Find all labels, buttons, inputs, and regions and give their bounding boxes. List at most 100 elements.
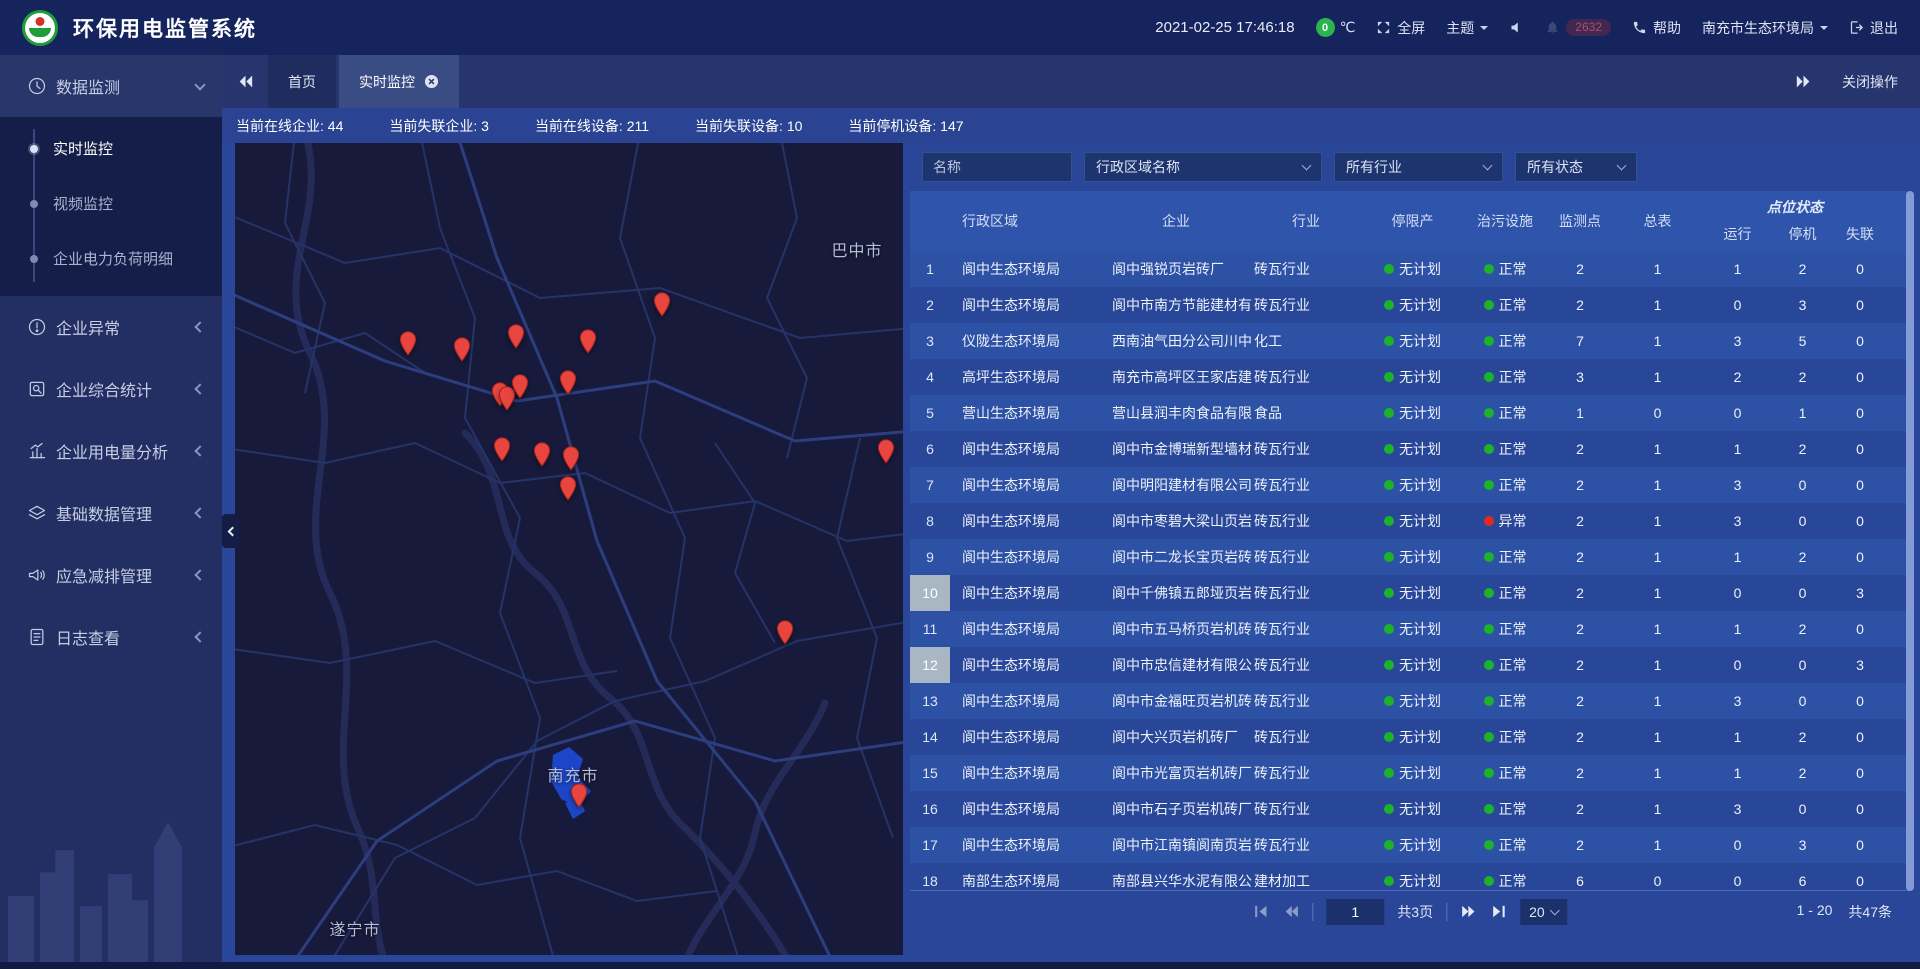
map-pin[interactable] xyxy=(511,374,529,399)
map-pin[interactable] xyxy=(653,292,671,317)
page-size-select[interactable]: 20 xyxy=(1520,899,1568,925)
prev-page-button[interactable] xyxy=(1282,903,1299,920)
cell-stop: 0 xyxy=(1775,467,1830,503)
cell-meters: 1 xyxy=(1615,755,1700,791)
table-row[interactable]: 3仪陇生态环境局西南油气田分公司川中化工无计划正常71350 xyxy=(910,323,1910,359)
org-menu[interactable]: 南充市生态环境局 xyxy=(1702,18,1828,38)
header-region: 行政区域 xyxy=(950,191,1100,251)
table-row[interactable]: 13阆中生态环境局阆中市金福旺页岩机砖砖瓦行业无计划正常21300 xyxy=(910,683,1910,719)
last-page-button[interactable] xyxy=(1490,903,1507,920)
sidebar-item-log-view[interactable]: 日志查看 xyxy=(0,606,222,668)
row-number: 16 xyxy=(910,791,950,827)
sidebar-subitem-label: 实时监控 xyxy=(53,138,113,159)
map-pin[interactable] xyxy=(559,476,577,501)
map-panel[interactable]: 巴中市南充市遂宁市 xyxy=(235,143,903,955)
next-page-button[interactable] xyxy=(1460,903,1477,920)
page-input[interactable] xyxy=(1326,899,1384,925)
logout-button[interactable]: 退出 xyxy=(1849,18,1898,38)
map-pin[interactable] xyxy=(533,442,551,467)
sidebar-item-data-monitoring[interactable]: 数据监测 xyxy=(0,55,222,117)
status-text: 无计划 xyxy=(1399,583,1441,603)
cell-limit-status: 无计划 xyxy=(1360,575,1465,611)
first-page-button[interactable] xyxy=(1252,903,1269,920)
tab-home[interactable]: 首页 xyxy=(268,55,336,108)
status-text: 正常 xyxy=(1499,871,1527,890)
table-row[interactable]: 18南部生态环境局南部县兴华水泥有限公建材加工无计划正常60060 xyxy=(910,863,1910,890)
cell-company: 营山县润丰肉食品有限 xyxy=(1100,395,1252,431)
map-pin[interactable] xyxy=(562,446,580,471)
status-dot xyxy=(1484,336,1494,346)
next-page-icon xyxy=(1460,903,1477,920)
table-row[interactable]: 17阆中生态环境局阆中市江南镇阆南页岩砖瓦行业无计划正常21030 xyxy=(910,827,1910,863)
table-scrollbar[interactable] xyxy=(1906,191,1914,891)
notifications-button[interactable]: 2632 xyxy=(1545,19,1611,36)
sidebar-section-power-analysis: 企业用电量分析 xyxy=(0,420,222,482)
sound-button[interactable] xyxy=(1509,20,1524,35)
map-pin[interactable] xyxy=(579,329,597,354)
tab-realtime-monitor[interactable]: 实时监控 xyxy=(339,55,459,108)
table-row[interactable]: 10阆中生态环境局阆中千佛镇五郎垭页岩砖瓦行业无计划正常21003 xyxy=(910,575,1910,611)
cell-stop: 6 xyxy=(1775,863,1830,890)
sidebar-item-enterprise-abnormal[interactable]: 企业异常 xyxy=(0,296,222,358)
table-row[interactable]: 9阆中生态环境局阆中市二龙长宝页岩砖砖瓦行业无计划正常21120 xyxy=(910,539,1910,575)
cell-stop: 3 xyxy=(1775,827,1830,863)
status-dot xyxy=(1484,480,1494,490)
table-row[interactable]: 2阆中生态环境局阆中市南方节能建材有砖瓦行业无计划正常21030 xyxy=(910,287,1910,323)
help-button[interactable]: 帮助 xyxy=(1632,18,1681,38)
sidebar-item-emergency-reduction[interactable]: 应急减排管理 xyxy=(0,544,222,606)
cell-company: 南部县兴华水泥有限公 xyxy=(1100,863,1252,890)
cell-company: 阆中市金博瑞新型墙材 xyxy=(1100,431,1252,467)
close-operations-button[interactable]: 关闭操作 xyxy=(1842,72,1898,92)
table-row[interactable]: 6阆中生态环境局阆中市金博瑞新型墙材砖瓦行业无计划正常21120 xyxy=(910,431,1910,467)
cell-facility-status: 正常 xyxy=(1465,539,1545,575)
panel-collapse-button[interactable] xyxy=(222,514,239,548)
table-row[interactable]: 11阆中生态环境局阆中市五马桥页岩机砖砖瓦行业无计划正常21120 xyxy=(910,611,1910,647)
table-row[interactable]: 4高坪生态环境局南充市高坪区王家店建砖瓦行业无计划正常31220 xyxy=(910,359,1910,395)
map-pin[interactable] xyxy=(399,331,417,356)
table-row[interactable]: 15阆中生态环境局阆中市光富页岩机砖厂砖瓦行业无计划正常21120 xyxy=(910,755,1910,791)
cell-facility-status: 正常 xyxy=(1465,683,1545,719)
sidebar-item-base-data[interactable]: 基础数据管理 xyxy=(0,482,222,544)
cell-stop: 2 xyxy=(1775,539,1830,575)
sidebar-subitem-power-load-detail[interactable]: 企业电力负荷明细 xyxy=(0,231,222,286)
filter-select-industry[interactable]: 所有行业 xyxy=(1334,152,1503,182)
table-row[interactable]: 16阆中生态环境局阆中市石子页岩机砖厂砖瓦行业无计划正常21300 xyxy=(910,791,1910,827)
map-pin[interactable] xyxy=(570,783,588,808)
cell-facility-status: 正常 xyxy=(1465,575,1545,611)
table-row[interactable]: 7阆中生态环境局阆中明阳建材有限公司砖瓦行业无计划正常21300 xyxy=(910,467,1910,503)
caret-down-icon xyxy=(1820,26,1828,34)
theme-menu[interactable]: 主题 xyxy=(1446,18,1488,38)
table-row[interactable]: 1阆中生态环境局阆中强锐页岩砖厂砖瓦行业无计划正常21120 xyxy=(910,251,1910,287)
cell-stop: 3 xyxy=(1775,287,1830,323)
tabs-scroll-right-button[interactable] xyxy=(1795,74,1812,89)
tabs-scroll-left-button[interactable] xyxy=(222,55,268,108)
table-row[interactable]: 5营山生态环境局营山县润丰肉食品有限食品无计划正常10010 xyxy=(910,395,1910,431)
name-filter-input[interactable] xyxy=(922,152,1072,182)
sidebar-subitem-realtime-monitor[interactable]: 实时监控 xyxy=(0,121,222,176)
tab-close-icon[interactable] xyxy=(424,74,439,89)
map-pin[interactable] xyxy=(559,370,577,395)
cell-facility-status: 正常 xyxy=(1465,611,1545,647)
sidebar-item-power-analysis[interactable]: 企业用电量分析 xyxy=(0,420,222,482)
fullscreen-button[interactable]: 全屏 xyxy=(1376,18,1425,38)
cell-limit-status: 无计划 xyxy=(1360,539,1465,575)
filter-select-status[interactable]: 所有状态 xyxy=(1515,152,1637,182)
table-row[interactable]: 8阆中生态环境局阆中市枣碧大梁山页岩砖瓦行业无计划异常21300 xyxy=(910,503,1910,539)
map-pin[interactable] xyxy=(776,620,794,645)
filter-select-value: 行政区域名称 xyxy=(1096,157,1180,177)
table-row[interactable]: 14阆中生态环境局阆中大兴页岩机砖厂砖瓦行业无计划正常21120 xyxy=(910,719,1910,755)
tab-list: 首页实时监控 xyxy=(268,55,462,108)
cell-limit-status: 无计划 xyxy=(1360,719,1465,755)
map-pin[interactable] xyxy=(877,439,895,464)
table-row[interactable]: 12阆中生态环境局阆中市忠信建材有限公砖瓦行业无计划正常21003 xyxy=(910,647,1910,683)
map-pin[interactable] xyxy=(453,337,471,362)
map-pin[interactable] xyxy=(493,437,511,462)
page-size-value: 20 xyxy=(1529,904,1545,920)
filter-select-region[interactable]: 行政区域名称 xyxy=(1084,152,1322,182)
sidebar-item-enterprise-stats[interactable]: 企业综合统计 xyxy=(0,358,222,420)
status-text: 正常 xyxy=(1499,835,1527,855)
cell-industry: 砖瓦行业 xyxy=(1252,647,1360,683)
cell-points: 2 xyxy=(1545,287,1615,323)
sidebar-subitem-video-monitor[interactable]: 视频监控 xyxy=(0,176,222,231)
map-pin[interactable] xyxy=(507,324,525,349)
